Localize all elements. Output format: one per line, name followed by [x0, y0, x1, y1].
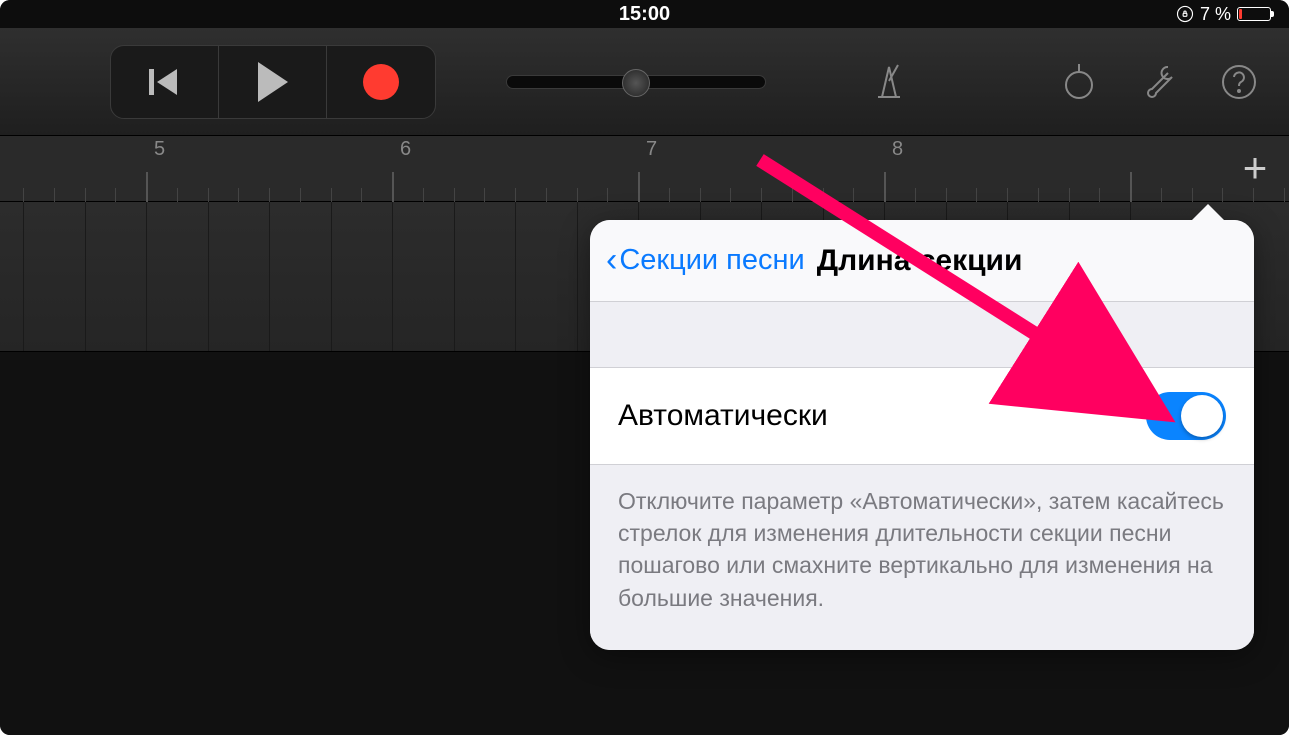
- ruler-minor-tick: [1192, 188, 1193, 202]
- ruler-bar-number: 8: [892, 138, 903, 161]
- ruler-minor-tick: [300, 188, 301, 202]
- metronome-button[interactable]: [859, 52, 919, 112]
- battery-icon: [1237, 7, 1271, 21]
- plus-icon: +: [1243, 144, 1268, 192]
- play-icon: [258, 62, 288, 102]
- grid-line: [85, 202, 86, 351]
- ruler-minor-tick: [853, 188, 854, 202]
- ruler-minor-tick: [361, 188, 362, 202]
- ruler-minor-tick: [177, 188, 178, 202]
- scrubber-thumb[interactable]: [622, 69, 650, 97]
- back-button[interactable]: ‹ Секции песни: [606, 244, 805, 277]
- grid-line: [331, 202, 332, 351]
- grid-line: [269, 202, 270, 351]
- popover-footer-text: Отключите параметр «Автоматически», зате…: [590, 465, 1254, 650]
- play-button[interactable]: [219, 46, 327, 118]
- ruler-major-tick: [146, 172, 148, 202]
- ruler-minor-tick: [423, 188, 424, 202]
- grid-line: [23, 202, 24, 351]
- ruler-major-tick: [392, 172, 394, 202]
- ruler-minor-tick: [607, 188, 608, 202]
- ruler-bar-number: 7: [646, 138, 657, 161]
- ruler-major-tick: [638, 172, 640, 202]
- ruler-minor-tick: [1007, 188, 1008, 202]
- grid-line: [454, 202, 455, 351]
- popover-spacer: [590, 302, 1254, 368]
- ruler-minor-tick: [669, 188, 670, 202]
- grid-line: [515, 202, 516, 351]
- ruler-major-tick: [884, 172, 886, 202]
- popover-header: ‹ Секции песни Длина секции: [590, 220, 1254, 302]
- ruler-minor-tick: [269, 188, 270, 202]
- ruler-minor-tick: [730, 188, 731, 202]
- toolbar: [0, 28, 1289, 136]
- ruler-minor-tick: [23, 188, 24, 202]
- status-bar: 15:00 7 %: [0, 0, 1289, 28]
- ruler-minor-tick: [976, 188, 977, 202]
- rewind-button[interactable]: [111, 46, 219, 118]
- ruler-minor-tick: [1038, 188, 1039, 202]
- timeline-ruler[interactable]: 45678 +: [0, 136, 1289, 202]
- ruler-major-tick: [1130, 172, 1132, 202]
- ruler-minor-tick: [515, 188, 516, 202]
- ruler-minor-tick: [115, 188, 116, 202]
- ruler-minor-tick: [85, 188, 86, 202]
- scrubber[interactable]: [506, 75, 766, 89]
- ruler-minor-tick: [700, 188, 701, 202]
- automatic-row: Автоматически: [590, 368, 1254, 465]
- skip-back-icon: [147, 67, 183, 97]
- help-button[interactable]: [1209, 52, 1269, 112]
- ruler-minor-tick: [484, 188, 485, 202]
- transport-controls: [110, 45, 436, 119]
- battery-fill: [1239, 9, 1242, 19]
- ruler-minor-tick: [915, 188, 916, 202]
- grid-line: [577, 202, 578, 351]
- ruler-minor-tick: [331, 188, 332, 202]
- section-length-popover: ‹ Секции песни Длина секции Автоматическ…: [590, 220, 1254, 650]
- record-icon: [363, 64, 399, 100]
- ruler-minor-tick: [1099, 188, 1100, 202]
- ruler-bar-number: 6: [400, 138, 411, 161]
- toggle-knob: [1181, 395, 1223, 437]
- ruler-minor-tick: [238, 188, 239, 202]
- help-icon: [1218, 61, 1260, 103]
- settings-button[interactable]: [1129, 52, 1189, 112]
- ruler-minor-tick: [1222, 188, 1223, 202]
- loop-icon: [1058, 61, 1100, 103]
- ruler-minor-tick: [792, 188, 793, 202]
- record-button[interactable]: [327, 46, 435, 118]
- battery-percentage: 7 %: [1200, 4, 1231, 25]
- ruler-minor-tick: [577, 188, 578, 202]
- wrench-icon: [1138, 61, 1180, 103]
- grid-line: [392, 202, 393, 351]
- loop-button[interactable]: [1049, 52, 1109, 112]
- ruler-minor-tick: [1161, 188, 1162, 202]
- automatic-label: Автоматически: [618, 399, 828, 433]
- ruler-minor-tick: [54, 188, 55, 202]
- metronome-icon: [868, 61, 910, 103]
- status-time: 15:00: [619, 3, 670, 26]
- ruler-minor-tick: [208, 188, 209, 202]
- grid-line: [208, 202, 209, 351]
- ruler-minor-tick: [823, 188, 824, 202]
- ruler-minor-tick: [761, 188, 762, 202]
- ruler-minor-tick: [946, 188, 947, 202]
- grid-line: [146, 202, 147, 351]
- status-right: 7 %: [670, 4, 1271, 25]
- ruler-minor-tick: [1069, 188, 1070, 202]
- rotation-lock-icon: [1176, 5, 1194, 23]
- popover-title: Длина секции: [817, 244, 1023, 278]
- add-section-button[interactable]: +: [1231, 144, 1279, 192]
- ruler-minor-tick: [1284, 188, 1285, 202]
- ruler-bar-number: 5: [154, 138, 165, 161]
- automatic-toggle[interactable]: [1146, 392, 1226, 440]
- app-window: 15:00 7 %: [0, 0, 1289, 735]
- back-label: Секции песни: [619, 244, 804, 277]
- ruler-minor-tick: [454, 188, 455, 202]
- ruler-minor-tick: [546, 188, 547, 202]
